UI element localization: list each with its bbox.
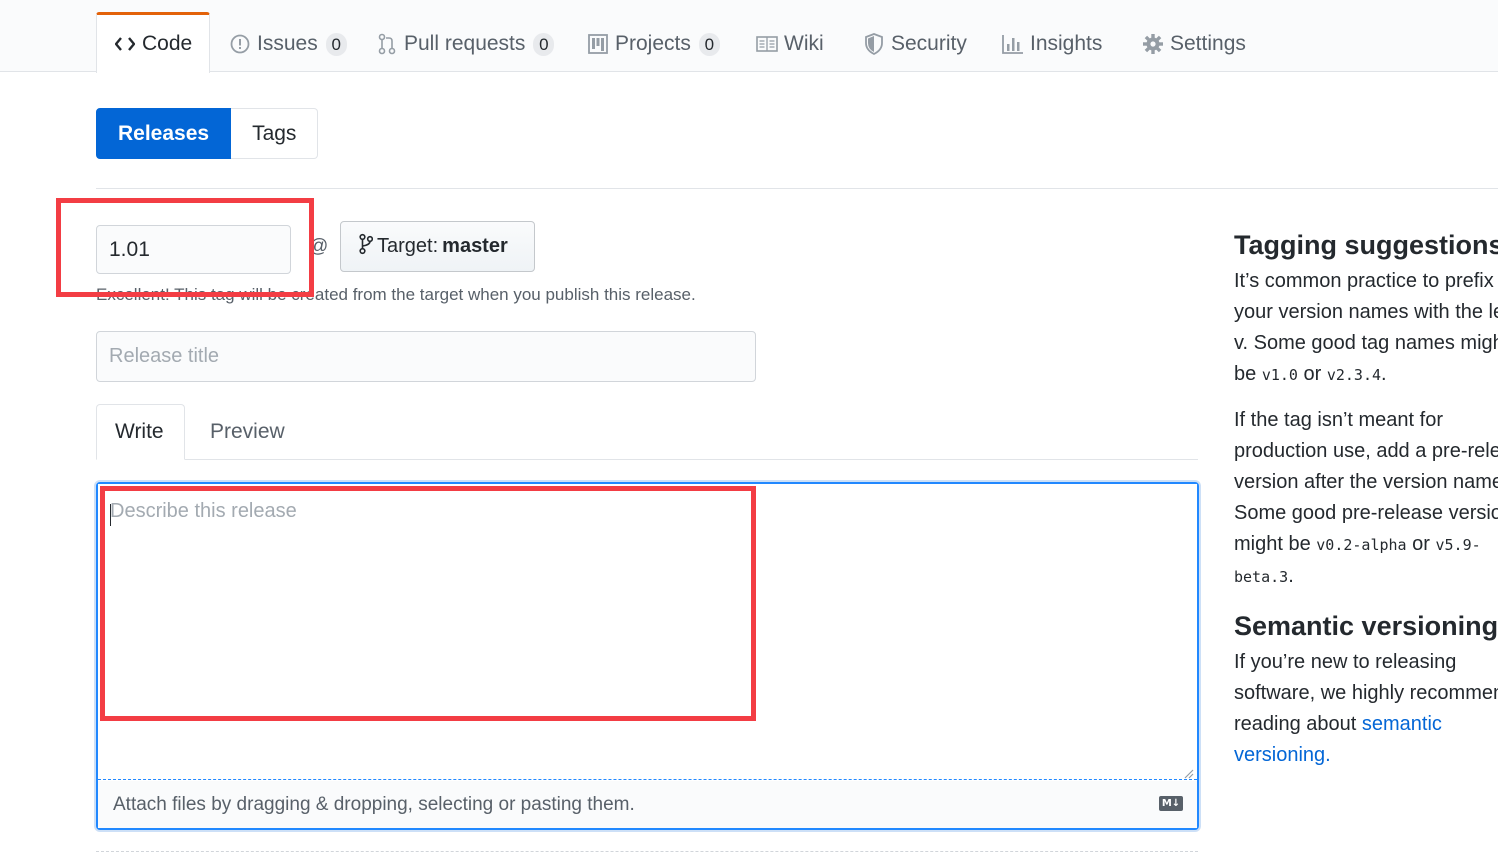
tab-wiki[interactable]: Wiki bbox=[756, 16, 824, 72]
tab-pull-requests[interactable]: Pull requests 0 bbox=[376, 16, 555, 72]
resize-handle-icon[interactable] bbox=[1182, 766, 1194, 779]
pull-requests-counter: 0 bbox=[533, 32, 555, 56]
releases-subnav: Releases Tags bbox=[96, 108, 319, 159]
preview-tab[interactable]: Preview bbox=[192, 404, 303, 460]
target-branch-button[interactable]: Target: master bbox=[340, 221, 535, 272]
tags-tab[interactable]: Tags bbox=[231, 108, 319, 159]
tag-version-input[interactable]: 1.01 bbox=[96, 225, 291, 274]
gear-icon bbox=[1142, 33, 1164, 55]
attach-files-text: Attach files by dragging & dropping, sel… bbox=[113, 793, 635, 815]
tab-projects[interactable]: Projects 0 bbox=[587, 16, 720, 72]
tagging-help-sidebar: Tagging suggestions It’s common practice… bbox=[1234, 226, 1498, 852]
text-caret bbox=[110, 504, 111, 526]
graph-icon bbox=[1002, 33, 1024, 55]
target-prefix: Target: bbox=[377, 235, 439, 257]
target-branch-name: master bbox=[442, 235, 508, 257]
divider bbox=[96, 188, 1498, 189]
tab-label: Projects bbox=[615, 32, 691, 55]
tab-security[interactable]: Security bbox=[863, 16, 967, 72]
branch-icon bbox=[359, 233, 374, 261]
tab-label: Wiki bbox=[784, 32, 824, 55]
tab-label: Settings bbox=[1170, 32, 1246, 55]
markdown-icon[interactable]: M↓ bbox=[1159, 796, 1183, 811]
tab-code[interactable]: Code bbox=[96, 12, 210, 73]
tab-insights[interactable]: Insights bbox=[1002, 16, 1102, 72]
release-body-editor: Attach files by dragging & dropping, sel… bbox=[96, 482, 1199, 830]
pre-release-text: If the tag isn’t meant for production us… bbox=[1234, 409, 1498, 587]
code-icon bbox=[114, 33, 136, 55]
shield-icon bbox=[863, 33, 885, 55]
tagging-suggestions-text: It’s common practice to prefix your vers… bbox=[1234, 270, 1498, 385]
tab-label: Insights bbox=[1030, 32, 1103, 55]
editor-tabs: Write Preview bbox=[96, 404, 1198, 460]
projects-counter: 0 bbox=[698, 32, 720, 56]
attach-files-bar[interactable]: Attach files by dragging & dropping, sel… bbox=[98, 781, 1197, 828]
issues-counter: 0 bbox=[325, 32, 347, 56]
tab-label: Issues bbox=[257, 32, 318, 55]
project-icon bbox=[587, 33, 609, 55]
tab-label: Pull requests bbox=[404, 32, 526, 55]
write-tab[interactable]: Write bbox=[96, 404, 185, 460]
repo-nav: Code Issues 0 Pull requests 0 Projects 0… bbox=[0, 0, 1498, 73]
release-description-textarea[interactable] bbox=[98, 484, 1197, 780]
tagging-suggestions-heading: Tagging suggestions bbox=[1234, 230, 1498, 260]
book-icon bbox=[756, 33, 778, 55]
releases-tab[interactable]: Releases bbox=[96, 108, 232, 159]
tab-label: Code bbox=[142, 32, 193, 55]
tab-label: Security bbox=[891, 32, 967, 55]
at-sign: @ bbox=[309, 236, 329, 257]
issue-icon bbox=[229, 33, 251, 55]
release-title-input[interactable] bbox=[96, 331, 756, 382]
tab-settings[interactable]: Settings bbox=[1142, 16, 1246, 72]
tab-issues[interactable]: Issues 0 bbox=[229, 16, 347, 72]
semantic-versioning-text: If you’re new to releasing software, we … bbox=[1234, 651, 1498, 766]
tag-note: Excellent! This tag will be created from… bbox=[96, 285, 696, 304]
pull-request-icon bbox=[376, 33, 398, 55]
semantic-versioning-heading: Semantic versioning bbox=[1234, 611, 1498, 641]
